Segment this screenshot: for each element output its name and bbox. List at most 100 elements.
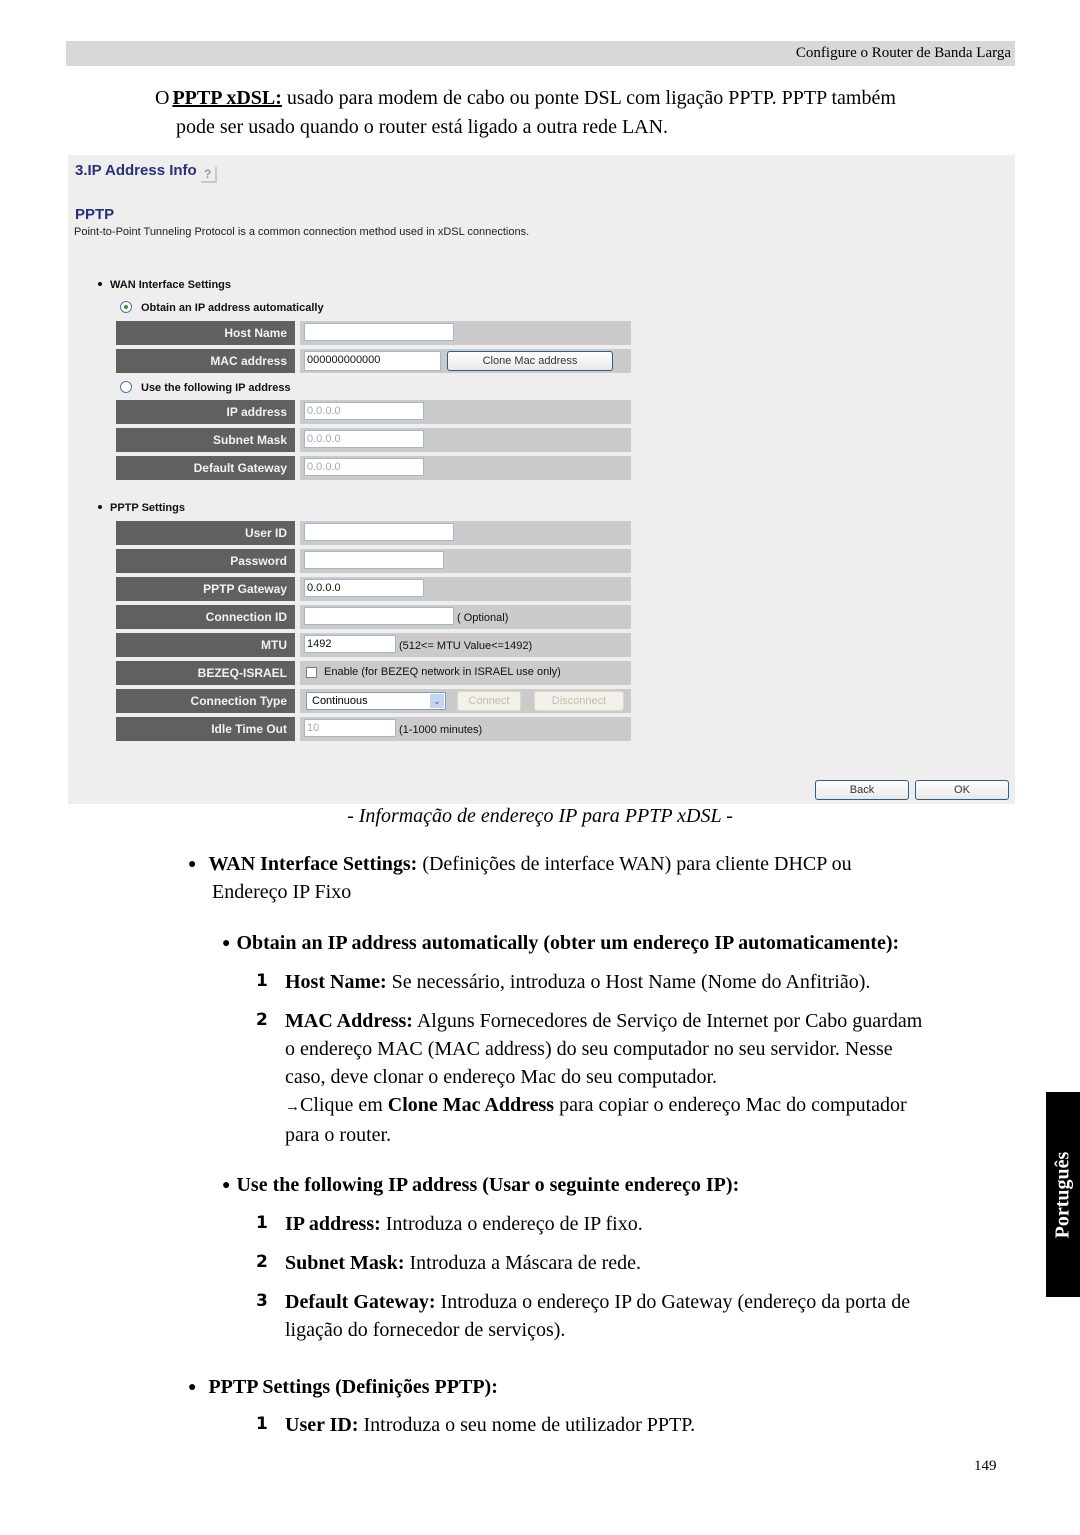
arrow-right-icon: → — [285, 1099, 300, 1115]
connect-button[interactable]: Connect — [457, 691, 521, 711]
mac-line2: o endereço MAC (MAC address) do seu comp… — [285, 1038, 893, 1060]
use-static-heading-text: Use the following IP address (Usar o seg… — [236, 1174, 740, 1196]
panel-title: 3.IP Address Info? — [75, 162, 217, 183]
item-text: Se necessário, introduza o Host Name (No… — [386, 971, 871, 993]
bezeq-israel-label: BEZEQ-ISRAEL — [116, 661, 295, 685]
page-header-bar: Configure o Router de Banda Larga — [66, 41, 1015, 66]
idle-time-out-input[interactable]: 10 — [304, 719, 396, 737]
mac-line4-b: Clone Mac Address — [387, 1094, 555, 1116]
chevron-down-icon[interactable]: ⌄ — [430, 694, 444, 708]
mac-address-item: MAC Address: Alguns Fornecedores de Serv… — [285, 1007, 1025, 1149]
list-number: 1 — [256, 971, 268, 991]
help-icon[interactable]: ? — [200, 167, 217, 183]
host-name-cell — [300, 321, 631, 345]
mac-address-label: MAC address — [116, 349, 295, 373]
item-text: Introduza o seu nome de utilizador PPTP. — [358, 1414, 696, 1436]
wan-heading-text: WAN Interface Settings — [110, 279, 232, 291]
radio-use-static-label: Use the following IP address — [141, 382, 291, 394]
default-gateway-cell: 0.0.0.0 — [300, 456, 631, 480]
radio-button-checked[interactable] — [120, 301, 132, 313]
row-ip-address: IP address 0.0.0.0 — [116, 400, 631, 424]
bullet: ● — [222, 1178, 231, 1193]
connection-type-select[interactable]: Continuous ⌄ — [306, 692, 446, 710]
pptp-heading-body-text: PPTP Settings (Definições PPTP): — [208, 1376, 498, 1398]
section-description: Point-to-Point Tunneling Protocol is a c… — [74, 226, 530, 238]
row-pptp-gateway: PPTP Gateway 0.0.0.0 — [116, 577, 631, 601]
row-host-name: Host Name — [116, 321, 631, 345]
ip-address-input[interactable]: 0.0.0.0 — [304, 402, 424, 420]
subnet-mask-cell: 0.0.0.0 — [300, 428, 631, 452]
wan-interface-heading: WAN Interface Settings — [98, 279, 231, 291]
gateway-line1: Default Gateway: Introduza o endereço IP… — [285, 1288, 1025, 1316]
idle-time-out-note: (1-1000 minutes) — [399, 724, 483, 736]
item-text: Introduza o endereço de IP fixo. — [380, 1213, 643, 1235]
item-text: Alguns Fornecedores de Serviço de Intern… — [412, 1010, 923, 1032]
wan-text-line2: Endereço IP Fixo — [212, 881, 352, 903]
user-id-input[interactable] — [304, 523, 454, 541]
radio-button-unchecked[interactable] — [120, 381, 132, 393]
list-number: 2 — [256, 1010, 268, 1030]
password-cell — [300, 549, 631, 573]
mac-line4-c: para copiar o endereço Mac do computador — [554, 1094, 907, 1116]
wan-term: WAN Interface Settings: — [208, 853, 418, 875]
mac-address-input[interactable]: 000000000000 — [304, 351, 441, 371]
figure-caption: - Informação de endereço IP para PPTP xD… — [347, 805, 733, 827]
pptp-heading-text: PPTP Settings — [110, 502, 185, 514]
connection-type-value: Continuous — [312, 695, 368, 707]
obtain-heading-text: Obtain an IP address automatically (obte… — [236, 932, 900, 954]
clone-mac-address-button[interactable]: Clone Mac address — [447, 351, 613, 371]
obtain-heading: ● Obtain an IP address automatically (obt… — [222, 929, 899, 958]
radio-obtain-auto[interactable]: Obtain an IP address automatically — [120, 301, 324, 314]
item-term: IP address: — [285, 1213, 381, 1235]
mac-line1: MAC Address: Alguns Fornecedores de Serv… — [285, 1007, 1025, 1035]
intro-line2: pode ser usado quando o router está liga… — [176, 116, 669, 138]
wan-text-line1: (Definições de interface WAN) para clien… — [417, 853, 852, 875]
list-number: 3 — [256, 1291, 268, 1311]
mac-line3: caso, deve clonar o endereço Mac do seu … — [285, 1066, 718, 1088]
radio-use-static[interactable]: Use the following IP address — [120, 381, 291, 394]
mtu-input[interactable]: 1492 — [304, 635, 396, 653]
list-number: 1 — [256, 1213, 268, 1233]
back-button[interactable]: Back — [815, 780, 909, 800]
connection-id-label: Connection ID — [116, 605, 295, 629]
connection-id-input[interactable] — [304, 607, 454, 625]
ip-address-item: IP address: Introduza o endereço de IP f… — [285, 1210, 643, 1238]
page-header-title: Configure o Router de Banda Larga — [795, 45, 1011, 61]
item-term: MAC Address: — [285, 1010, 413, 1032]
intro-line1: usado para modem de cabo ou ponte DSL co… — [281, 87, 896, 109]
section-title: PPTP — [75, 206, 115, 223]
language-label: Português — [1051, 1151, 1074, 1238]
connection-id-cell: ( Optional) — [300, 605, 631, 629]
mtu-cell: 1492 (512<= MTU Value<=1492) — [300, 633, 631, 657]
gateway-line2: ligação do fornecedor de serviços). — [285, 1319, 566, 1341]
ok-button[interactable]: OK — [915, 780, 1009, 800]
bullet: ● — [188, 1380, 197, 1395]
bezeq-enable-label: Enable (for BEZEQ network in ISRAEL use … — [324, 666, 561, 678]
pptp-gateway-input[interactable]: 0.0.0.0 — [304, 579, 424, 597]
subnet-mask-item: Subnet Mask: Introduza a Máscara de rede… — [285, 1249, 641, 1277]
bezeq-enable-checkbox[interactable] — [306, 667, 317, 678]
item-term: Subnet Mask: — [285, 1252, 405, 1274]
bullet: ● — [188, 857, 197, 872]
idle-time-out-cell: 10 (1-1000 minutes) — [300, 717, 631, 741]
intro-term: PPTP xDSL: — [172, 87, 282, 109]
item-term: Host Name: — [285, 971, 387, 993]
row-mtu: MTU 1492 (512<= MTU Value<=1492) — [116, 633, 631, 657]
password-input[interactable] — [304, 551, 444, 569]
user-id-label: User ID — [116, 521, 295, 545]
intro-bullet: O — [155, 87, 170, 109]
row-connection-type: Connection Type Continuous ⌄ Connect Disc… — [116, 689, 631, 713]
connection-type-label: Connection Type — [116, 689, 295, 713]
panel-title-text: 3.IP Address Info — [75, 162, 197, 179]
connection-type-cell: Continuous ⌄ Connect Disconnect — [300, 689, 631, 713]
mac-address-cell: 000000000000 Clone Mac address — [300, 349, 631, 373]
mac-line4-a: Clique em — [300, 1094, 388, 1116]
disconnect-button[interactable]: Disconnect — [534, 691, 624, 711]
user-id-cell — [300, 521, 631, 545]
host-name-input[interactable] — [304, 323, 454, 341]
row-default-gateway: Default Gateway 0.0.0.0 — [116, 456, 631, 480]
default-gateway-input[interactable]: 0.0.0.0 — [304, 458, 424, 476]
row-user-id: User ID — [116, 521, 631, 545]
user-id-item: User ID: Introduza o seu nome de utiliza… — [285, 1411, 695, 1439]
subnet-mask-input[interactable]: 0.0.0.0 — [304, 430, 424, 448]
